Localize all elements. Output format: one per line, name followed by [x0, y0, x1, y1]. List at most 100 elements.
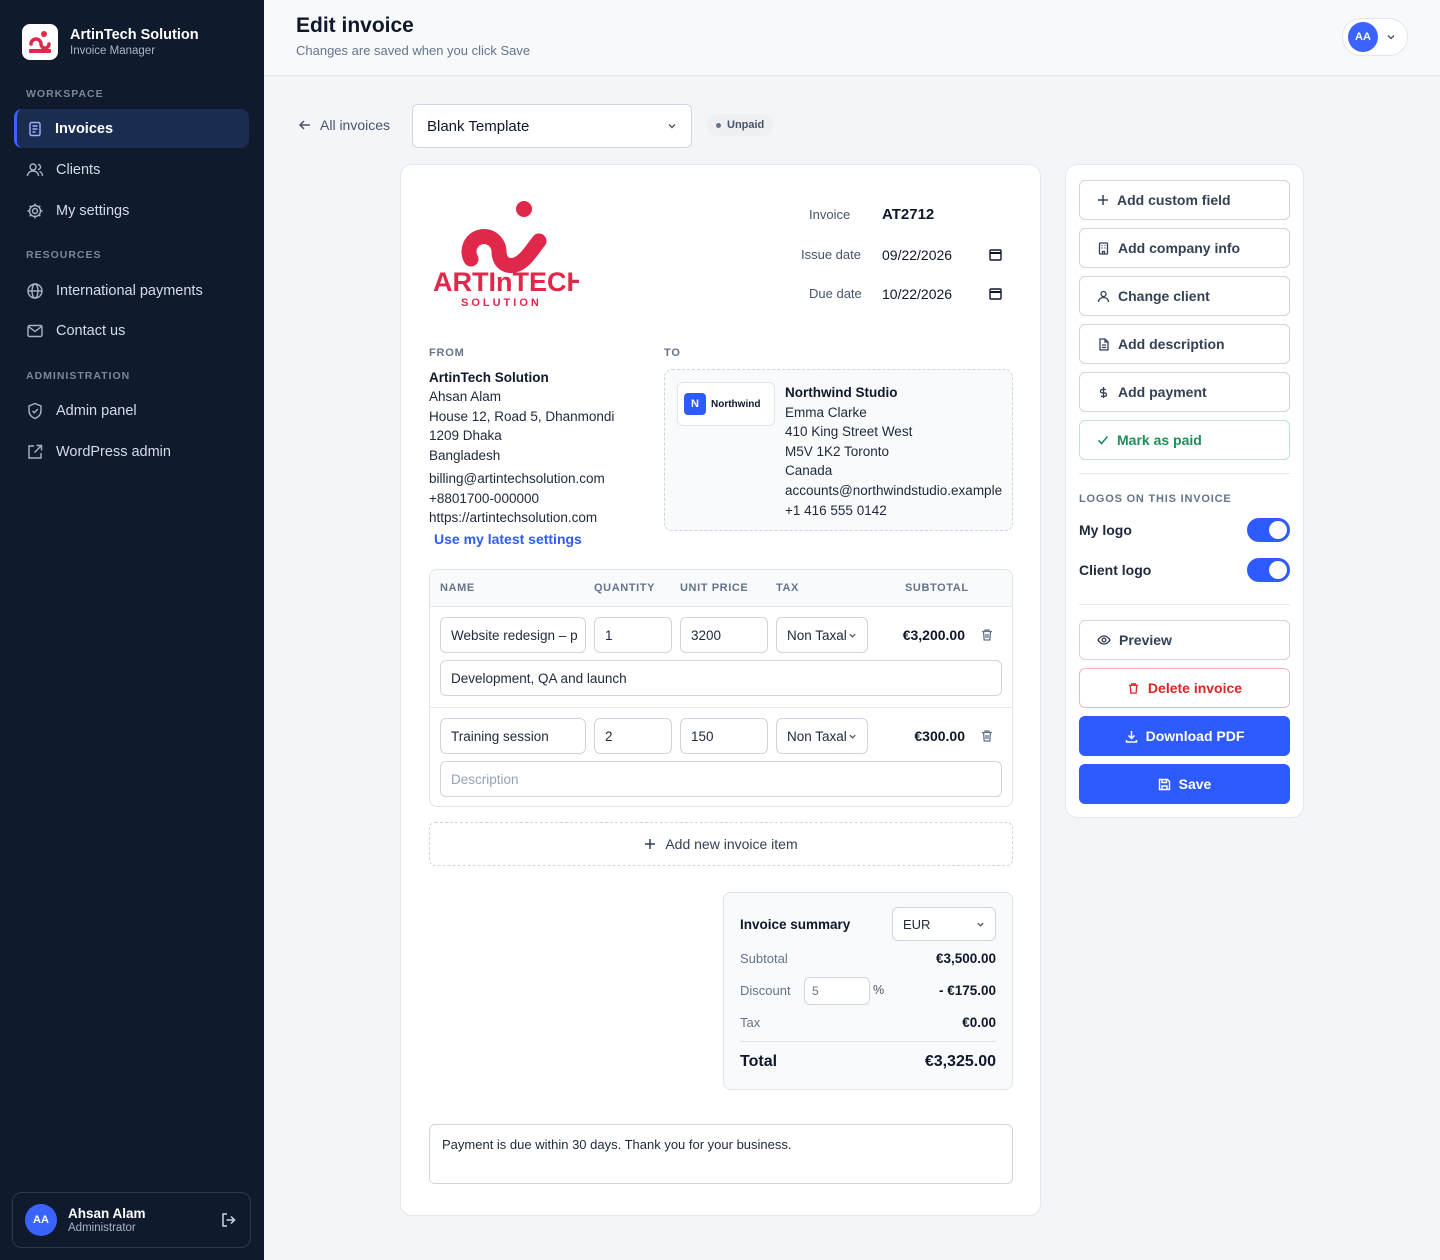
client-logo: N Northwind: [677, 382, 775, 426]
item-quantity-input[interactable]: 1: [594, 617, 672, 653]
client-company: Northwind Studio: [785, 385, 898, 400]
sidebar-item-wordpress-admin[interactable]: WordPress admin: [14, 432, 249, 471]
delete-invoice-button[interactable]: Delete invoice: [1079, 668, 1290, 708]
calendar-icon[interactable]: [989, 287, 1002, 300]
item-subtotal: €300.00: [914, 728, 965, 744]
arrow-left-icon: [298, 120, 310, 130]
from-line: 1209 Dhaka: [429, 428, 502, 443]
building-icon: [1098, 241, 1109, 255]
item-tax-value: Non Taxal: [787, 728, 847, 744]
sidebar-item-international-payments[interactable]: International payments: [14, 271, 249, 310]
item-name-input[interactable]: Training session: [440, 718, 586, 754]
notes-textarea[interactable]: Payment is due within 30 days. Thank you…: [429, 1124, 1013, 1184]
template-select[interactable]: Blank Template: [412, 104, 692, 148]
sidebar-item-label: Admin panel: [56, 402, 137, 419]
mail-icon: [27, 324, 43, 337]
due-date-input[interactable]: 10/22/2026: [882, 286, 952, 302]
my-logo-toggle[interactable]: [1247, 518, 1290, 542]
section-resources: RESOURCES: [26, 249, 102, 261]
page-title: Edit invoice: [296, 14, 414, 37]
mark-as-paid-button[interactable]: Mark as paid: [1079, 420, 1290, 460]
back-to-invoices-link[interactable]: All invoices: [298, 117, 390, 133]
save-button[interactable]: Save: [1079, 764, 1290, 804]
trash-icon[interactable]: [980, 628, 994, 642]
item-description-input[interactable]: Description: [440, 761, 1002, 797]
button-label: Add payment: [1118, 384, 1207, 400]
item-subtotal: €3,200.00: [902, 627, 965, 643]
sidebar-item-clients[interactable]: Clients: [14, 150, 249, 189]
client-email: accounts@northwindstudio.example: [785, 482, 1003, 498]
download-pdf-button[interactable]: Download PDF: [1079, 716, 1290, 756]
item-price-input[interactable]: 3200: [680, 617, 768, 653]
client-line: Canada: [785, 463, 833, 479]
user-icon: [1097, 290, 1110, 302]
save-icon: [1158, 778, 1170, 790]
sidebar: ArtinTech Solution Invoice Manager WORKS…: [0, 0, 264, 1260]
item-description-input[interactable]: Development, QA and launch: [440, 660, 1002, 696]
from-company: ArtinTech Solution: [429, 370, 549, 385]
button-label: Change client: [1118, 288, 1210, 304]
invoice-number[interactable]: AT2712: [882, 206, 934, 223]
calendar-icon[interactable]: [989, 248, 1002, 261]
summary-title: Invoice summary: [740, 917, 851, 932]
button-label: Add custom field: [1117, 192, 1231, 208]
from-line: Bangladesh: [429, 448, 501, 463]
sidebar-item-invoices[interactable]: Invoices: [14, 109, 249, 148]
sidebar-item-settings[interactable]: My settings: [14, 191, 249, 230]
discount-input[interactable]: 5: [804, 977, 870, 1005]
item-name-input[interactable]: Website redesign – p: [440, 617, 586, 653]
client-logo-label: Client logo: [1079, 562, 1152, 578]
to-heading: TO: [664, 347, 681, 359]
toggle-knob: [1269, 521, 1287, 539]
invoice-icon: [29, 121, 41, 136]
preview-button[interactable]: Preview: [1079, 620, 1290, 660]
add-payment-button[interactable]: Add payment: [1079, 372, 1290, 412]
status-label: Unpaid: [727, 119, 765, 131]
panel-divider: [1079, 604, 1290, 605]
add-custom-field-button[interactable]: Add custom field: [1079, 180, 1290, 220]
discount-label: Discount: [740, 983, 791, 998]
company-logo[interactable]: ARTInTECH SOLUTION: [429, 197, 586, 309]
from-heading: FROM: [429, 347, 465, 359]
use-latest-settings-link[interactable]: Use my latest settings: [434, 531, 582, 547]
gear-icon: [27, 203, 43, 218]
brand-logo: [22, 24, 58, 60]
template-value: Blank Template: [427, 117, 530, 135]
change-client-button[interactable]: Change client: [1079, 276, 1290, 316]
item-quantity-input[interactable]: 2: [594, 718, 672, 754]
users-icon: [26, 162, 44, 176]
currency-select[interactable]: EUR: [892, 907, 996, 941]
check-icon: [1097, 435, 1109, 445]
client-logo-mark: N: [684, 393, 706, 415]
client-logo-toggle[interactable]: [1247, 558, 1290, 582]
sidebar-item-label: International payments: [56, 282, 203, 299]
total-value: €3,325.00: [924, 1053, 996, 1070]
item-price-input[interactable]: 150: [680, 718, 768, 754]
col-tax: TAX: [776, 582, 799, 594]
description-placeholder: Description: [451, 771, 519, 787]
item-tax-select[interactable]: Non Taxal: [776, 718, 868, 754]
sidebar-item-label: WordPress admin: [56, 443, 171, 460]
invoice-number-label: Invoice: [809, 207, 851, 222]
page-subtitle: Changes are saved when you click Save: [296, 43, 531, 58]
sidebar-item-contact[interactable]: Contact us: [14, 311, 249, 350]
avatar[interactable]: AA: [25, 1204, 57, 1236]
add-description-button[interactable]: Add description: [1079, 324, 1290, 364]
client-phone: +1 416 555 0142: [785, 502, 887, 518]
trash-icon[interactable]: [980, 729, 994, 743]
account-menu[interactable]: AA: [1342, 18, 1408, 56]
col-quantity: QUANTITY: [594, 582, 656, 594]
summary-divider: [740, 1041, 996, 1042]
logout-icon[interactable]: [220, 1211, 238, 1229]
plus-icon: [1098, 195, 1108, 205]
item-tax-select[interactable]: Non Taxal: [776, 617, 868, 653]
issue-date-input[interactable]: 09/22/2026: [882, 247, 952, 263]
add-company-info-button[interactable]: Add company info: [1079, 228, 1290, 268]
add-invoice-item-button[interactable]: Add new invoice item: [429, 822, 1013, 866]
client-block[interactable]: N Northwind Northwind Studio Emma Clarke…: [664, 369, 1013, 531]
trash-icon: [1128, 682, 1139, 694]
brand[interactable]: ArtinTech Solution Invoice Manager: [22, 24, 199, 60]
sidebar-item-admin-panel[interactable]: Admin panel: [14, 391, 249, 430]
panel-divider: [1079, 473, 1290, 474]
button-label: Mark as paid: [1117, 432, 1202, 448]
